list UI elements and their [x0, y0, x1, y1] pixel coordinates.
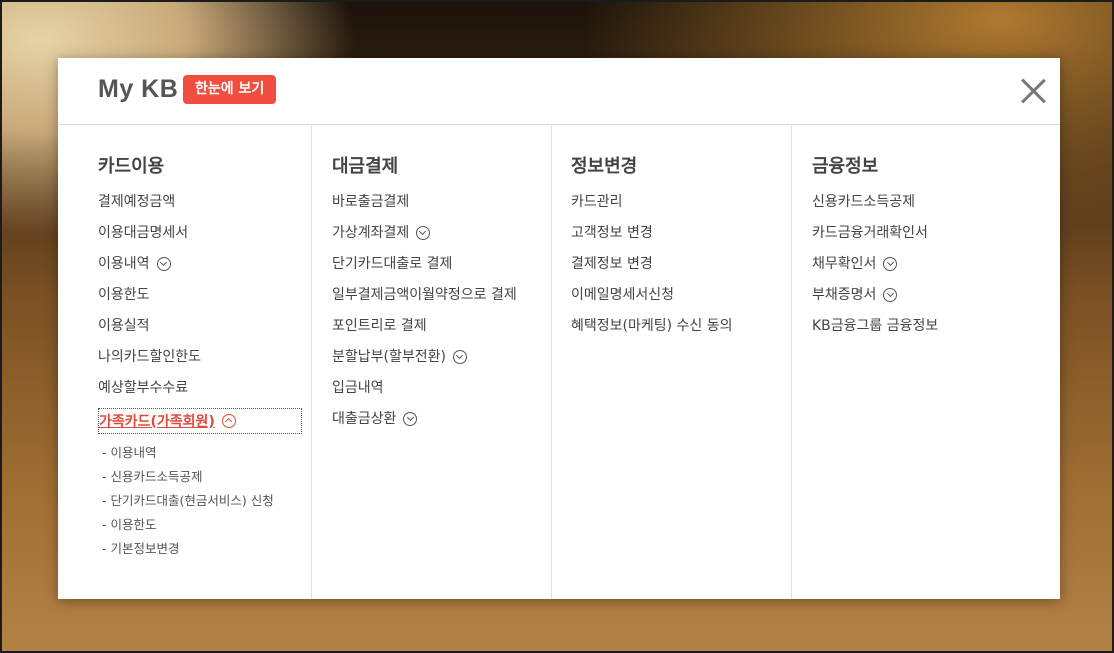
menu-item[interactable]: 카드관리 [571, 192, 791, 223]
menu-item-label: 이용내역 [98, 256, 150, 272]
submenu-item[interactable]: 이용한도 [102, 517, 311, 541]
menu-item-label: 대출금상환 [332, 411, 397, 427]
column-card-usage: 카드이용 결제예정금액 이용대금명세서 이용내역 이용한도 이용실적 나의카드할… [58, 125, 312, 599]
menu-item-family-card-active[interactable]: 가족카드(가족회원) [98, 408, 302, 434]
menu-item[interactable]: 결제정보 변경 [571, 254, 791, 285]
submenu-item[interactable]: 신용카드소득공제 [102, 469, 311, 493]
menu-item[interactable]: 혜택정보(마케팅) 수신 동의 [571, 316, 791, 347]
menu-item-label: 혜택정보(마케팅) 수신 동의 [571, 318, 733, 334]
menu-item[interactable]: 입금내역 [332, 378, 551, 409]
menu-item-label: 바로출금결제 [332, 194, 410, 210]
menu-item[interactable]: 바로출금결제 [332, 192, 551, 223]
column-title: 카드이용 [98, 156, 165, 177]
menu-item-label: 이용한도 [98, 287, 150, 303]
menu-item-label: 부채증명서 [812, 287, 877, 303]
chevron-up-icon[interactable] [221, 414, 236, 428]
menu-item-label: 카드금융거래확인서 [812, 225, 928, 241]
menu-item-label: 예상할부수수료 [98, 380, 189, 396]
menu-item[interactable]: 이용대금명세서 [98, 223, 311, 254]
column-info-change: 정보변경 카드관리 고객정보 변경 결제정보 변경 이메일명세서신청 혜택정보(… [552, 125, 792, 599]
menu-item-label: KB금융그룹 금융정보 [812, 318, 939, 334]
menu-item-label: 결제예정금액 [98, 194, 176, 210]
menu-item[interactable]: 결제예정금액 [98, 192, 311, 223]
column-title: 정보변경 [571, 156, 638, 177]
menu-item-label: 이메일명세서신청 [571, 287, 675, 303]
chevron-down-icon[interactable] [416, 226, 431, 240]
menu-columns: 카드이용 결제예정금액 이용대금명세서 이용내역 이용한도 이용실적 나의카드할… [58, 125, 1060, 599]
menu-item[interactable]: 일부결제금액이월약정으로 결제 [332, 285, 551, 316]
menu-item-label: 고객정보 변경 [571, 225, 653, 241]
menu-item-label: 단기카드대출로 결제 [332, 256, 453, 272]
menu-item-label: 일부결제금액이월약정으로 결제 [332, 287, 517, 303]
menu-item[interactable]: 이용내역 [98, 254, 311, 285]
chevron-down-icon[interactable] [156, 257, 171, 271]
menu-item-label: 포인트리로 결제 [332, 318, 427, 334]
family-card-submenu: 이용내역 신용카드소득공제 단기카드대출(현금서비스) 신청 이용한도 기본정보… [98, 445, 311, 565]
menu-item[interactable]: 포인트리로 결제 [332, 316, 551, 347]
submenu-item[interactable]: 이용내역 [102, 445, 311, 469]
close-icon[interactable] [1020, 78, 1046, 104]
chevron-down-icon[interactable] [883, 257, 898, 271]
column-financial-info: 금융정보 신용카드소득공제 카드금융거래확인서 채무확인서 부채증명서 KB금융… [792, 125, 1060, 599]
chevron-down-icon[interactable] [452, 350, 467, 364]
submenu-item[interactable]: 기본정보변경 [102, 541, 311, 565]
menu-item-label: 나의카드할인한도 [98, 349, 202, 365]
chevron-down-icon[interactable] [403, 412, 418, 426]
column-title: 대금결제 [332, 156, 399, 177]
modal-title: My KB [98, 75, 179, 103]
menu-item-label: 채무확인서 [812, 256, 877, 272]
my-kb-modal: My KB 한눈에 보기 카드이용 결제예정금액 이용대금명세서 이용내역 이용… [58, 58, 1060, 599]
column-payment: 대금결제 바로출금결제 가상계좌결제 단기카드대출로 결제 일부결제금액이월약정… [312, 125, 552, 599]
menu-item-label: 이용대금명세서 [98, 225, 189, 241]
menu-item[interactable]: 고객정보 변경 [571, 223, 791, 254]
menu-item[interactable]: 대출금상환 [332, 409, 551, 440]
menu-item[interactable]: 이용실적 [98, 316, 311, 347]
menu-item[interactable]: 예상할부수수료 [98, 378, 311, 409]
menu-item[interactable]: 분할납부(할부전환) [332, 347, 551, 378]
menu-item[interactable]: 이메일명세서신청 [571, 285, 791, 316]
menu-item-label: 분할납부(할부전환) [332, 349, 446, 365]
menu-item-label: 신용카드소득공제 [812, 194, 916, 210]
menu-item[interactable]: 이용한도 [98, 285, 311, 316]
menu-item-label: 가상계좌결제 [332, 225, 410, 241]
modal-header: My KB 한눈에 보기 [58, 58, 1060, 125]
menu-item-label: 가족카드(가족회원) [99, 414, 215, 430]
menu-item-label: 결제정보 변경 [571, 256, 653, 272]
menu-item[interactable]: 카드금융거래확인서 [812, 223, 1060, 254]
menu-item[interactable]: 나의카드할인한도 [98, 347, 311, 378]
menu-item[interactable]: 가상계좌결제 [332, 223, 551, 254]
menu-item[interactable]: KB금융그룹 금융정보 [812, 316, 1060, 347]
chevron-down-icon[interactable] [883, 288, 898, 302]
menu-item[interactable]: 채무확인서 [812, 254, 1060, 285]
menu-item[interactable]: 단기카드대출로 결제 [332, 254, 551, 285]
menu-item-label: 이용실적 [98, 318, 150, 334]
overview-button[interactable]: 한눈에 보기 [183, 75, 277, 104]
menu-item-label: 입금내역 [332, 380, 384, 396]
menu-item[interactable]: 신용카드소득공제 [812, 192, 1060, 223]
submenu-item[interactable]: 단기카드대출(현금서비스) 신청 [102, 493, 311, 517]
menu-item[interactable]: 부채증명서 [812, 285, 1060, 316]
column-title: 금융정보 [812, 156, 879, 177]
menu-item-label: 카드관리 [571, 194, 623, 210]
